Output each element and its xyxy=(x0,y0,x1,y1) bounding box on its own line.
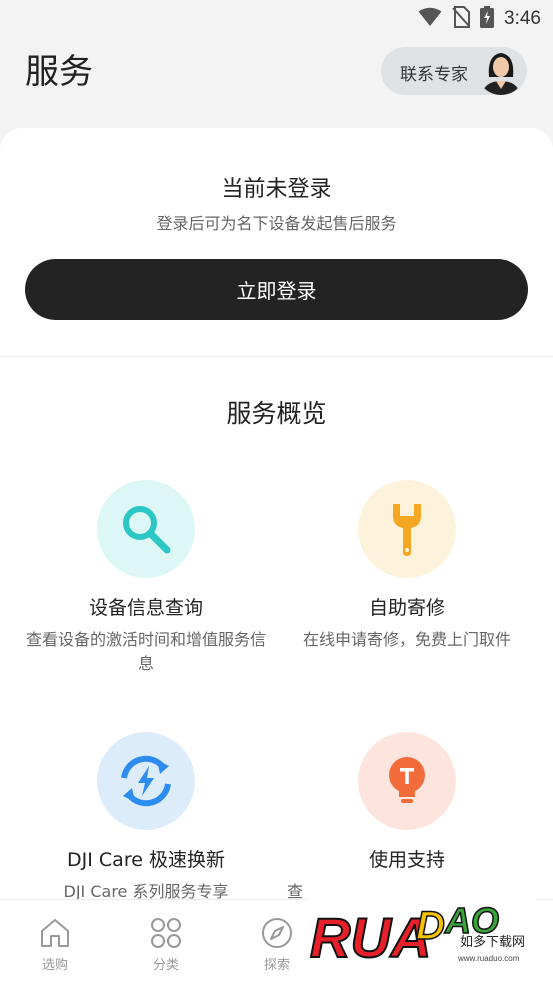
avatar xyxy=(477,47,525,95)
login-button[interactable]: 立即登录 xyxy=(25,259,528,320)
compass-icon xyxy=(247,916,307,950)
service-icon-circle xyxy=(97,480,195,578)
page-title: 服务 xyxy=(25,52,93,92)
wifi-icon xyxy=(418,7,442,31)
service-icon-circle xyxy=(97,732,195,830)
contact-expert-label: 联系专家 xyxy=(400,65,468,85)
nav-label: 选购 xyxy=(41,958,68,973)
login-status-title: 当前未登录 xyxy=(221,177,332,202)
nav-item-explore[interactable]: 探索 xyxy=(247,916,307,973)
service-title: 设备信息查询 xyxy=(88,597,203,619)
service-icon-circle xyxy=(358,732,456,830)
service-desc: 查看设备的激活时间和增值服务信息 xyxy=(25,630,266,673)
no-sim-icon xyxy=(452,6,471,32)
svg-text:D: D xyxy=(416,904,445,948)
status-bar: 3:46 xyxy=(0,0,553,36)
service-device-info[interactable]: 设备信息查询 查看设备的激活时间和增值服务信息 xyxy=(8,480,284,676)
service-title: DJI Care 极速换新 xyxy=(67,849,225,871)
watermark-url: www.ruaduo.com xyxy=(457,954,520,963)
nav-label: 探索 xyxy=(263,958,290,973)
divider xyxy=(0,356,553,357)
service-title: 自助寄修 xyxy=(368,597,445,619)
status-icons: 3:46 xyxy=(418,6,541,32)
nav-label: 分类 xyxy=(152,958,179,973)
service-icon-circle xyxy=(358,480,456,578)
service-dji-care[interactable]: DJI Care 极速换新 DJI Care 系列服务专享 xyxy=(8,732,284,904)
contact-expert-button[interactable]: 联系专家 xyxy=(381,47,527,95)
service-support[interactable]: 使用支持 查 xyxy=(269,732,545,904)
service-card: 当前未登录 登录后可为名下设备发起售后服务 立即登录 服务概览 设备信息查询 查… xyxy=(0,128,553,984)
watermark-tagline: 如多下载网 xyxy=(460,934,525,950)
status-time: 3:46 xyxy=(504,8,541,29)
battery-charging-icon xyxy=(480,6,495,32)
service-desc: 在线申请寄修，免费上门取件 xyxy=(302,630,511,649)
service-self-repair[interactable]: 自助寄修 在线申请寄修，免费上门取件 xyxy=(269,480,545,652)
grid-icon xyxy=(136,916,196,950)
nav-item-category[interactable]: 分类 xyxy=(136,916,196,973)
watermark-logo: RUA D AO 如多下载网 www.ruaduo.com xyxy=(308,893,538,973)
svg-text:RUA: RUA xyxy=(310,906,431,969)
service-title: 使用支持 xyxy=(368,849,445,871)
home-icon xyxy=(25,916,85,950)
login-status-subtitle: 登录后可为名下设备发起售后服务 xyxy=(156,214,397,233)
overview-title: 服务概览 xyxy=(226,399,327,428)
nav-item-shop[interactable]: 选购 xyxy=(25,916,85,973)
